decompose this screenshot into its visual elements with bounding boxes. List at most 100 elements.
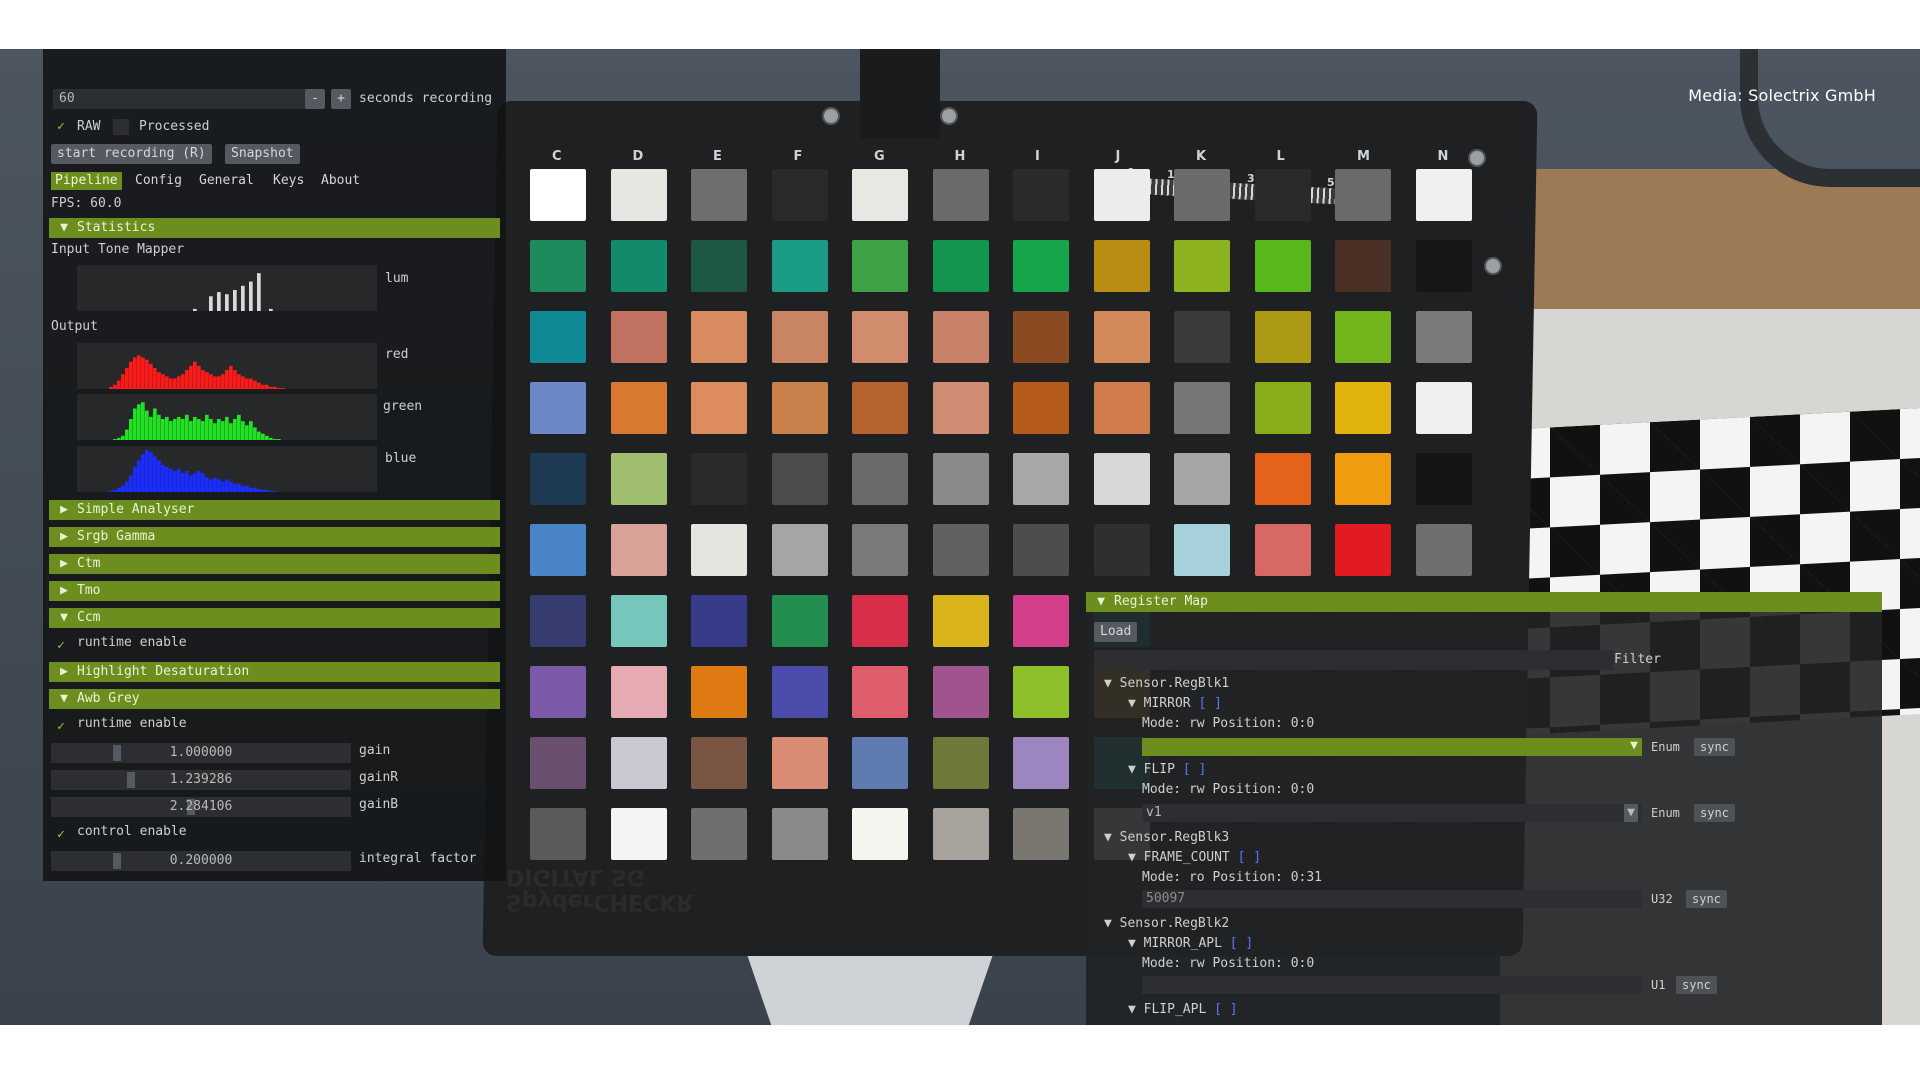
tab-pipeline[interactable]: Pipeline: [51, 172, 122, 190]
tree-node-regblk1[interactable]: ▼ Sensor.RegBlk1: [1104, 676, 1229, 691]
blue-histogram-bar: [261, 489, 265, 492]
color-patch: [1013, 808, 1069, 860]
processed-checkbox[interactable]: [113, 119, 129, 135]
color-patch: [1093, 240, 1150, 292]
green-histogram-bar: [133, 408, 137, 440]
column-label: E: [713, 149, 722, 164]
tree-node-frame-count[interactable]: ▼ FRAME_COUNT [ ]: [1128, 850, 1261, 865]
color-patch: [1013, 737, 1069, 789]
ccm-header[interactable]: ▼ Ccm: [49, 608, 500, 628]
snapshot-button[interactable]: Snapshot: [225, 144, 300, 164]
start-recording-button[interactable]: start recording (R): [51, 144, 212, 164]
tab-about[interactable]: About: [317, 172, 364, 190]
tree-node-mirror-apl[interactable]: ▼ MIRROR_APL [ ]: [1128, 936, 1253, 951]
blue-histogram-bar: [145, 450, 149, 492]
red-histogram-bar: [265, 384, 269, 389]
green-histogram-bar: [173, 419, 177, 440]
color-patch: [1013, 524, 1069, 576]
gain-slider[interactable]: 1.000000: [51, 743, 351, 763]
expand-arrow-icon: ▶: [60, 664, 68, 679]
statistics-header[interactable]: ▼ Statistics: [49, 218, 500, 238]
expand-arrow-icon: ▶: [60, 529, 68, 544]
raw-checkbox[interactable]: ✓: [53, 119, 69, 135]
gain-r-slider[interactable]: 1.239286: [51, 770, 351, 790]
mirror-apl-sync-button[interactable]: sync: [1676, 976, 1717, 994]
red-histogram-bar: [113, 384, 117, 389]
filter-label: Filter: [1614, 652, 1661, 667]
awb-runtime-enable-checkbox[interactable]: ✓: [53, 719, 69, 735]
color-patch: [691, 808, 747, 860]
red-histogram-bar: [117, 380, 121, 389]
tmo-header[interactable]: ▶ Tmo: [49, 581, 500, 601]
tab-keys[interactable]: Keys: [269, 172, 308, 190]
color-patch: [530, 808, 586, 860]
cable: [1740, 49, 1920, 187]
color-patch: [1013, 382, 1069, 434]
red-histogram-bar: [121, 374, 125, 389]
collapse-arrow-icon: ▼: [1104, 830, 1120, 845]
increment-button[interactable]: +: [331, 89, 351, 109]
dropdown-arrow-icon: ▼: [1630, 738, 1638, 753]
color-patch: [1415, 453, 1472, 505]
ctm-header[interactable]: ▶ Ctm: [49, 554, 500, 574]
tree-node-mirror[interactable]: ▼ MIRROR [ ]: [1128, 696, 1222, 711]
color-patch: [610, 382, 667, 434]
mirror-apl-input[interactable]: [1142, 976, 1642, 994]
color-patch: [691, 737, 747, 789]
output-label: Output: [51, 319, 98, 334]
ruler-label: 5: [1327, 176, 1335, 189]
tree-node-regblk3[interactable]: ▼ Sensor.RegBlk3: [1104, 830, 1229, 845]
color-patch: [932, 240, 989, 292]
decrement-button[interactable]: -: [305, 89, 325, 109]
color-patch: [1415, 311, 1472, 363]
flip-enum-select[interactable]: v1 ▼: [1142, 804, 1642, 822]
red-histogram: [77, 343, 377, 389]
screw: [1468, 149, 1486, 167]
red-histogram-bar: [201, 370, 205, 389]
lum-histogram-bar: [257, 273, 261, 311]
awb-grey-header[interactable]: ▼ Awb Grey: [49, 689, 500, 709]
filter-input[interactable]: [1094, 650, 1614, 670]
tab-config[interactable]: Config: [131, 172, 186, 190]
color-patch: [1415, 240, 1472, 292]
gain-b-slider[interactable]: 2.284106: [51, 797, 351, 817]
load-button[interactable]: Load: [1094, 622, 1138, 642]
tree-node-flip-apl[interactable]: ▼ FLIP_APL [ ]: [1128, 1002, 1238, 1017]
red-histogram-bar: [205, 372, 209, 389]
green-histogram-bar: [257, 431, 261, 440]
flip-sync-button[interactable]: sync: [1694, 804, 1735, 822]
integral-factor-slider[interactable]: 0.200000: [51, 851, 351, 871]
bracket-icon: [ ]: [1182, 762, 1207, 777]
color-patch: [691, 595, 747, 647]
ccm-runtime-enable-checkbox[interactable]: ✓: [53, 638, 69, 654]
color-patch: [1174, 453, 1230, 505]
tree-node-flip[interactable]: ▼ FLIP [ ]: [1128, 762, 1206, 777]
mirror-sync-button[interactable]: sync: [1694, 738, 1735, 756]
recording-seconds-input[interactable]: 60: [53, 89, 308, 109]
tree-node-regblk2[interactable]: ▼ Sensor.RegBlk2: [1104, 916, 1229, 931]
control-enable-checkbox[interactable]: ✓: [53, 827, 69, 843]
srgb-gamma-header[interactable]: ▶ Srgb Gamma: [49, 527, 500, 547]
blue-histogram-bar: [229, 481, 233, 492]
color-patch: [691, 169, 747, 221]
color-patch: [530, 382, 586, 434]
blue-histogram-bar: [165, 466, 169, 492]
blue-histogram-bar: [141, 454, 145, 492]
mirror-enum-select[interactable]: ▼: [1142, 738, 1642, 756]
highlight-desaturation-header[interactable]: ▶ Highlight Desaturation: [49, 662, 500, 682]
color-patch: [1254, 169, 1311, 221]
blue-histogram-bar: [181, 473, 185, 492]
lum-histogram-bar: [269, 308, 273, 311]
flip-label: FLIP: [1143, 762, 1175, 777]
frame-count-sync-button[interactable]: sync: [1686, 890, 1727, 908]
color-patch: [932, 524, 989, 576]
simple-analyser-header[interactable]: ▶ Simple Analyser: [49, 500, 500, 520]
ruler-label: 3: [1247, 172, 1255, 185]
red-histogram-bar: [137, 355, 141, 389]
green-histogram-bar: [181, 419, 185, 440]
color-patch: [1254, 311, 1311, 363]
red-histogram-bar: [109, 386, 113, 389]
register-map-title-bar[interactable]: ▼ Register Map: [1086, 592, 1882, 612]
tab-general[interactable]: General: [195, 172, 258, 190]
red-histogram-bar: [125, 368, 129, 389]
